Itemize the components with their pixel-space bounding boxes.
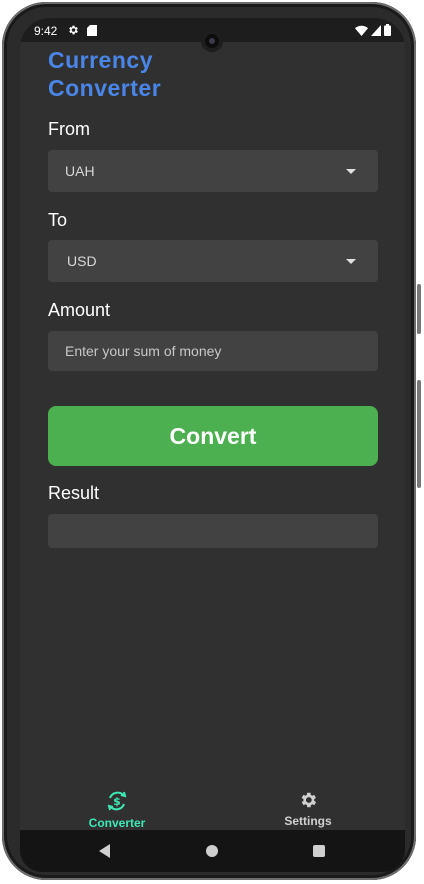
amount-label: Amount bbox=[48, 300, 111, 320]
page-title: Currency Converter bbox=[48, 46, 248, 102]
currency-exchange-icon: $ bbox=[57, 790, 177, 815]
home-icon[interactable] bbox=[206, 845, 218, 857]
to-label: To bbox=[48, 210, 68, 230]
back-icon[interactable] bbox=[99, 844, 110, 858]
chevron-down-icon bbox=[346, 169, 356, 174]
status-time: 9:42 bbox=[34, 24, 58, 38]
battery-icon bbox=[384, 24, 391, 39]
nav-item-converter[interactable]: $ Converter bbox=[57, 790, 177, 830]
bottom-navigation: $ Converter Settings bbox=[20, 782, 405, 830]
from-label: From bbox=[48, 119, 90, 139]
to-currency-select[interactable]: USD bbox=[48, 240, 378, 282]
power-button bbox=[417, 284, 421, 334]
volume-button bbox=[417, 380, 421, 488]
system-navigation-bar bbox=[20, 830, 405, 872]
gear-icon bbox=[248, 790, 368, 813]
nav-label-converter: Converter bbox=[88, 816, 146, 830]
sd-card-icon bbox=[87, 25, 97, 39]
recents-icon[interactable] bbox=[313, 845, 325, 857]
svg-text:$: $ bbox=[113, 795, 121, 808]
nav-item-settings[interactable]: Settings bbox=[248, 790, 368, 828]
title-line-1: Currency bbox=[48, 47, 153, 73]
nav-label-settings: Settings bbox=[284, 814, 332, 828]
to-currency-value: USD bbox=[67, 253, 97, 269]
from-currency-select[interactable]: UAH bbox=[48, 150, 378, 192]
result-label: Result bbox=[48, 483, 100, 503]
amount-input[interactable] bbox=[48, 331, 378, 371]
title-line-2: Converter bbox=[48, 75, 162, 101]
signal-icon bbox=[371, 24, 381, 39]
gear-icon bbox=[67, 24, 79, 39]
from-currency-value: UAH bbox=[65, 163, 95, 179]
phone-frame: 9:42 Currency Converter From UAH To USD … bbox=[2, 2, 421, 880]
convert-button[interactable]: Convert bbox=[48, 406, 378, 466]
result-field bbox=[48, 514, 378, 548]
wifi-icon bbox=[355, 25, 368, 39]
screen: 9:42 Currency Converter From UAH To USD … bbox=[20, 18, 405, 872]
chevron-down-icon bbox=[346, 259, 356, 264]
status-icons bbox=[355, 24, 391, 39]
